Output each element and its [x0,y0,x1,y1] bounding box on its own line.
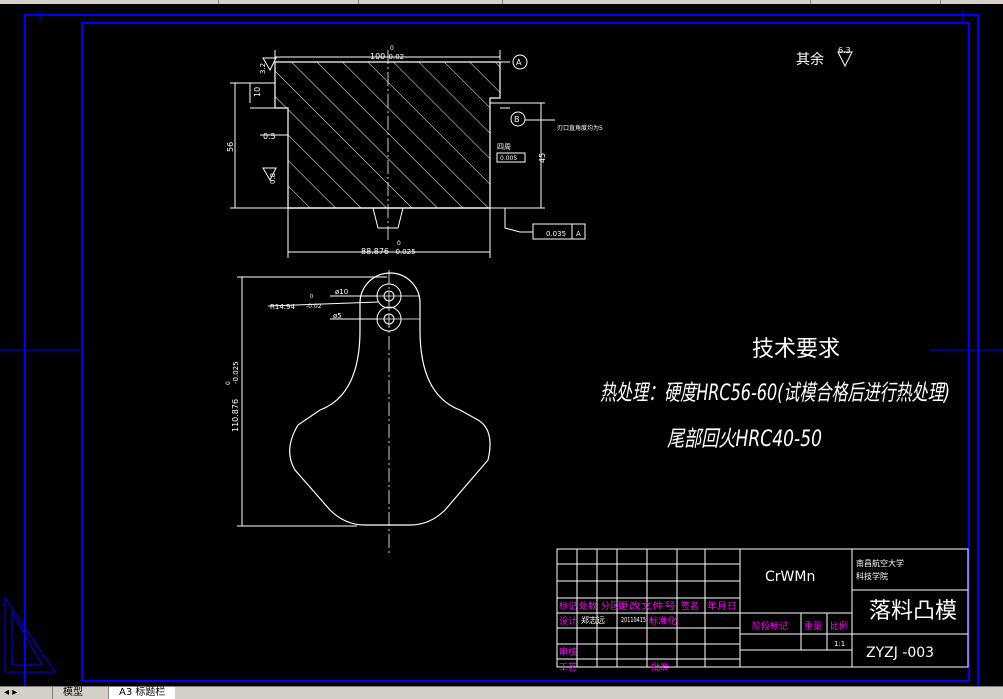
ucs-icon: x [4,596,56,673]
plan-view [237,270,491,555]
tech-requirements-line1: 热处理：硬度HRC56-60(试模合格后进行热处理) [600,381,950,406]
dim-width: 100 [370,52,385,61]
tab-nav-arrows[interactable]: ◂ ▸ [4,687,17,699]
roughness-top: 3.2 [259,63,267,74]
svg-text:x: x [28,661,34,671]
roughness-side: 0.8 [269,173,277,184]
scale-value: 1:1 [834,640,845,648]
standardize-label: 标准化 [649,615,677,627]
note-side: 刃口直角度均为5 [557,124,603,132]
material-label: CrWMn [765,569,815,585]
dim-hole2: ø5 [333,312,342,320]
note-around: 四周 [497,143,511,151]
geom-tol-value: 0.035 [546,230,566,238]
design-date: 20110415 [621,616,646,624]
tech-requirements-title: 技术要求 [752,337,840,362]
dim-offset: 0.5 [263,132,276,141]
tech-requirements-line2: 尾部回火HRC40-50 [667,427,822,452]
roughness-rest-value: 6.3 [838,46,851,55]
drawing-canvas[interactable]: x 100 0 -0.02 A B 刃口直角度均为5 四周 0.005 0.03… [0,0,1003,698]
tab-model[interactable]: 模型 [52,687,93,699]
dim-length-tol-lower: -0.025 [232,361,240,384]
dim-width-tol-lower: -0.02 [386,53,404,61]
tab-layout[interactable]: A3 标题栏 [108,687,176,699]
row-design: 设计 [559,615,577,627]
drawing-number: ZYZJ -003 [866,645,934,661]
approve-label: 批准 [651,661,669,673]
roughness-rest-label: 其余 [796,51,824,68]
small-tol-box: 0.005 [500,155,517,162]
dim-length-tol-upper: 0 [225,381,232,385]
dim-width-tol-upper: 0 [390,45,394,52]
dim-radius-tol-lower: -0.02 [306,303,322,310]
dim-hole1: ø10 [335,288,348,296]
dim-step: 10 [253,87,262,97]
designer-name: 郑志远 [581,615,605,625]
scale-label: 比例 [830,620,848,632]
layout-tabs-bar: ◂ ▸ 模型 A3 标题栏 [0,686,1003,699]
process-label: 工艺 [559,662,577,673]
dim-bottom-tol-upper: 0 [397,240,401,247]
header-count: 处数 [579,600,597,612]
stage-mark-label: 阶段标记 [752,620,788,632]
header-signature: 签名 [681,600,699,612]
header-date: 年月日 [707,600,737,612]
datum-b-label: B [514,115,520,124]
org-line2: 科技学院 [856,571,888,581]
datum-a-label: A [516,58,522,67]
dim-radius: R14.94 [270,303,295,311]
part-name: 落料凸模 [869,599,957,624]
review-label: 审核 [559,646,577,658]
geom-tol-datum: A [576,230,581,238]
header-mark: 标记 [559,600,577,612]
weight-label: 重量 [804,620,822,632]
dim-height: 56 [226,142,235,152]
dim-bottom-width: 88.876 [361,247,389,256]
dim-length: 110.876 [231,399,240,432]
dim-radius-tol-upper: 0 [310,294,313,300]
header-change-doc: 更改文件号 [617,600,676,612]
frame-corner-marks [22,10,969,351]
dim-bottom-tol-lower: -0.025 [393,248,416,256]
org-line1: 南昌航空大学 [856,558,904,568]
dim-inner-height: 45 [538,153,547,163]
